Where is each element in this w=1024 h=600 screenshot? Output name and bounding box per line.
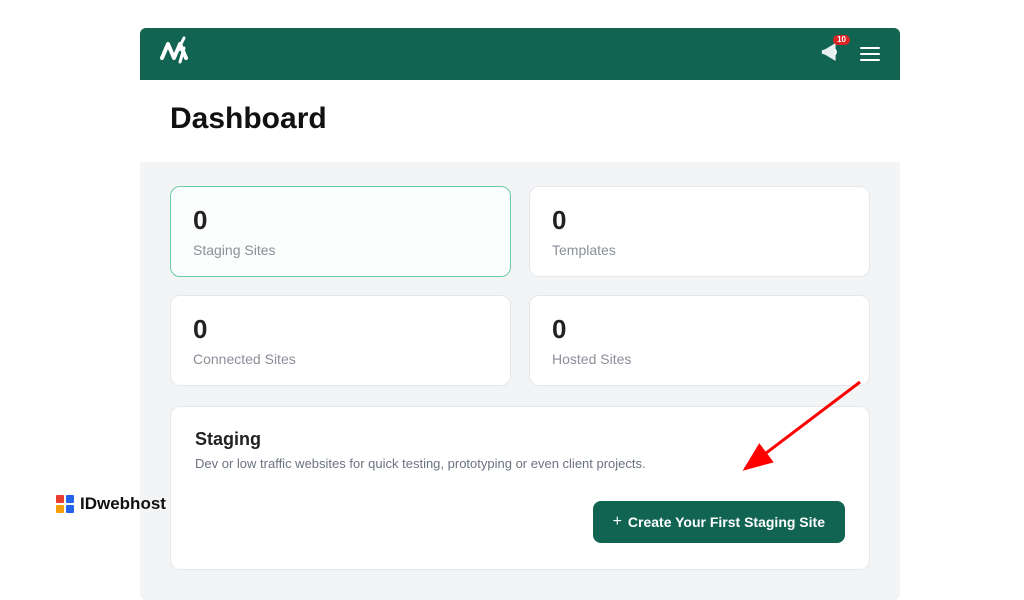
- stat-card-hosted[interactable]: 0 Hosted Sites: [529, 295, 870, 386]
- stat-label: Staging Sites: [193, 242, 488, 258]
- stat-label: Templates: [552, 242, 847, 258]
- app-window: 10 Dashboard 0 Staging Sites 0 Templates…: [140, 28, 900, 600]
- notification-badge: 10: [833, 35, 850, 45]
- watermark-label: IDwebhost: [80, 494, 166, 514]
- stat-value: 0: [552, 205, 847, 236]
- stats-grid: 0 Staging Sites 0 Templates 0 Connected …: [170, 186, 870, 386]
- hamburger-icon: [860, 47, 880, 49]
- page-title: Dashboard: [170, 102, 870, 136]
- plus-icon: +: [613, 513, 622, 531]
- stat-value: 0: [193, 314, 488, 345]
- app-header: 10: [140, 28, 900, 80]
- stat-label: Connected Sites: [193, 351, 488, 367]
- dashboard-content: 0 Staging Sites 0 Templates 0 Connected …: [140, 162, 900, 600]
- stat-card-staging[interactable]: 0 Staging Sites: [170, 186, 511, 277]
- title-bar: Dashboard: [140, 80, 900, 162]
- notifications-button[interactable]: 10: [820, 41, 842, 68]
- staging-cta-row: + Create Your First Staging Site: [195, 501, 845, 543]
- watermark-logo-icon: [56, 495, 74, 513]
- menu-button[interactable]: [860, 47, 880, 61]
- create-button-label: Create Your First Staging Site: [628, 514, 825, 530]
- app-logo: [160, 36, 196, 73]
- staging-panel: Staging Dev or low traffic websites for …: [170, 406, 870, 570]
- stat-label: Hosted Sites: [552, 351, 847, 367]
- staging-title: Staging: [195, 429, 845, 450]
- create-staging-button[interactable]: + Create Your First Staging Site: [593, 501, 845, 543]
- header-actions: 10: [820, 41, 880, 68]
- stat-value: 0: [552, 314, 847, 345]
- staging-description: Dev or low traffic websites for quick te…: [195, 456, 845, 471]
- stat-value: 0: [193, 205, 488, 236]
- watermark: IDwebhost: [56, 494, 166, 514]
- stat-card-templates[interactable]: 0 Templates: [529, 186, 870, 277]
- stat-card-connected[interactable]: 0 Connected Sites: [170, 295, 511, 386]
